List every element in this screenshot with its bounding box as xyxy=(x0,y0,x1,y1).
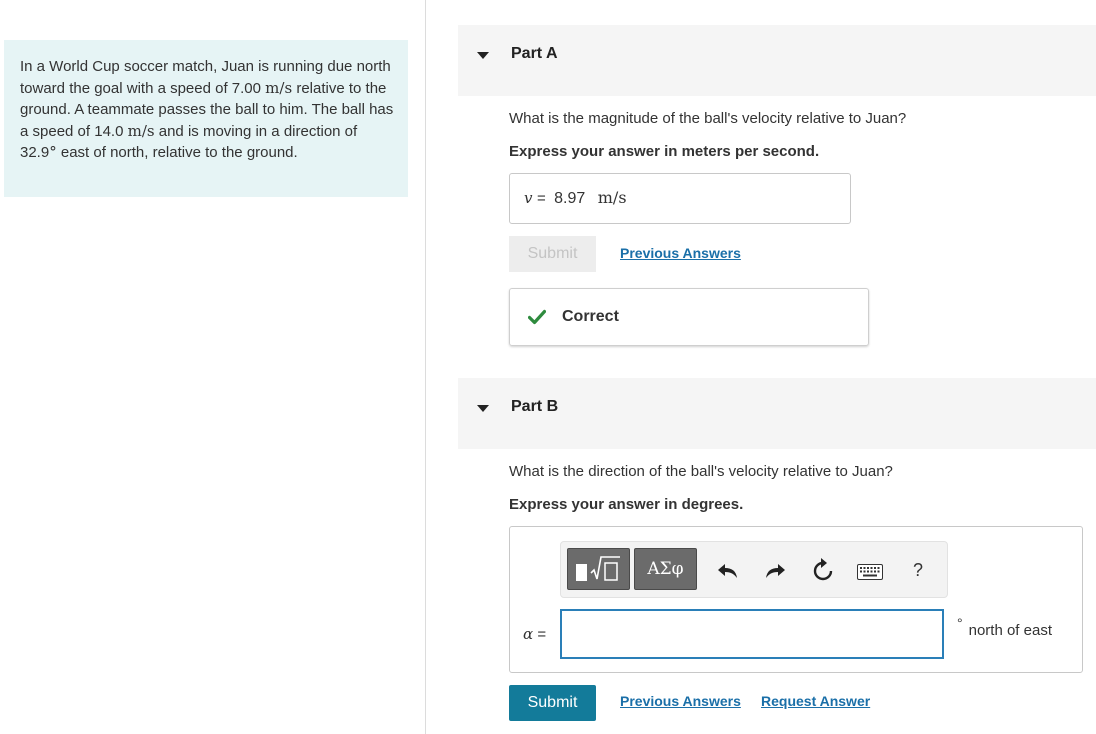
part-a-previous-answers-link[interactable]: Previous Answers xyxy=(620,245,741,261)
answer-value: 8.97 xyxy=(554,190,586,207)
part-b-submit-button[interactable]: Submit xyxy=(509,685,596,721)
caret-down-icon[interactable] xyxy=(477,405,489,412)
problem-text-4: east of north, relative to the ground. xyxy=(60,144,298,161)
problem-statement: In a World Cup soccer match, Juan is run… xyxy=(4,40,408,197)
part-a-header[interactable]: Part A xyxy=(458,25,1096,96)
answer-equals: = xyxy=(536,190,546,207)
templates-button[interactable] xyxy=(567,548,630,590)
templates-icon xyxy=(576,556,620,581)
part-a-title: Part A xyxy=(511,45,558,62)
part-a-answer-display: v = 8.97 m/s xyxy=(509,173,851,224)
redo-icon[interactable] xyxy=(764,561,786,584)
feedback-text: Correct xyxy=(562,308,619,325)
part-b-question: What is the direction of the ball's velo… xyxy=(509,463,893,480)
unit-text: north of east xyxy=(968,622,1052,639)
part-a-submit-button[interactable]: Submit xyxy=(509,236,596,272)
alpha-label: α = xyxy=(523,625,546,643)
unit-degree-symbol: ° xyxy=(957,615,963,631)
greek-symbols-button[interactable]: ΑΣφ xyxy=(634,548,697,590)
problem-unit-2: m/s xyxy=(127,121,155,140)
problem-unit-1: m/s xyxy=(265,78,293,97)
part-a-question: What is the magnitude of the ball's velo… xyxy=(509,110,907,127)
part-b-instruction: Express your answer in degrees. xyxy=(509,496,744,513)
answer-unit: m/s xyxy=(597,188,627,207)
part-b-request-answer-link[interactable]: Request Answer xyxy=(761,693,870,709)
degree-symbol: ° xyxy=(49,143,57,161)
help-icon[interactable]: ? xyxy=(913,560,923,581)
keyboard-icon[interactable] xyxy=(857,564,883,585)
alpha-equals: = xyxy=(537,626,547,643)
part-b-header[interactable]: Part B xyxy=(458,378,1096,449)
part-b-previous-answers-link[interactable]: Previous Answers xyxy=(620,693,741,709)
column-divider xyxy=(425,0,426,734)
part-a-instruction: Express your answer in meters per second… xyxy=(509,143,820,160)
reset-icon[interactable] xyxy=(812,558,834,587)
part-b-title: Part B xyxy=(511,398,559,415)
check-icon xyxy=(527,309,547,330)
part-a-feedback: Correct xyxy=(509,288,869,346)
undo-icon[interactable] xyxy=(717,561,739,584)
caret-down-icon[interactable] xyxy=(477,52,489,59)
alpha-variable: α xyxy=(523,625,534,643)
part-b-unit-label: ° north of east xyxy=(957,615,1052,639)
part-b-answer-input[interactable] xyxy=(560,609,944,659)
answer-variable: v xyxy=(524,189,533,207)
